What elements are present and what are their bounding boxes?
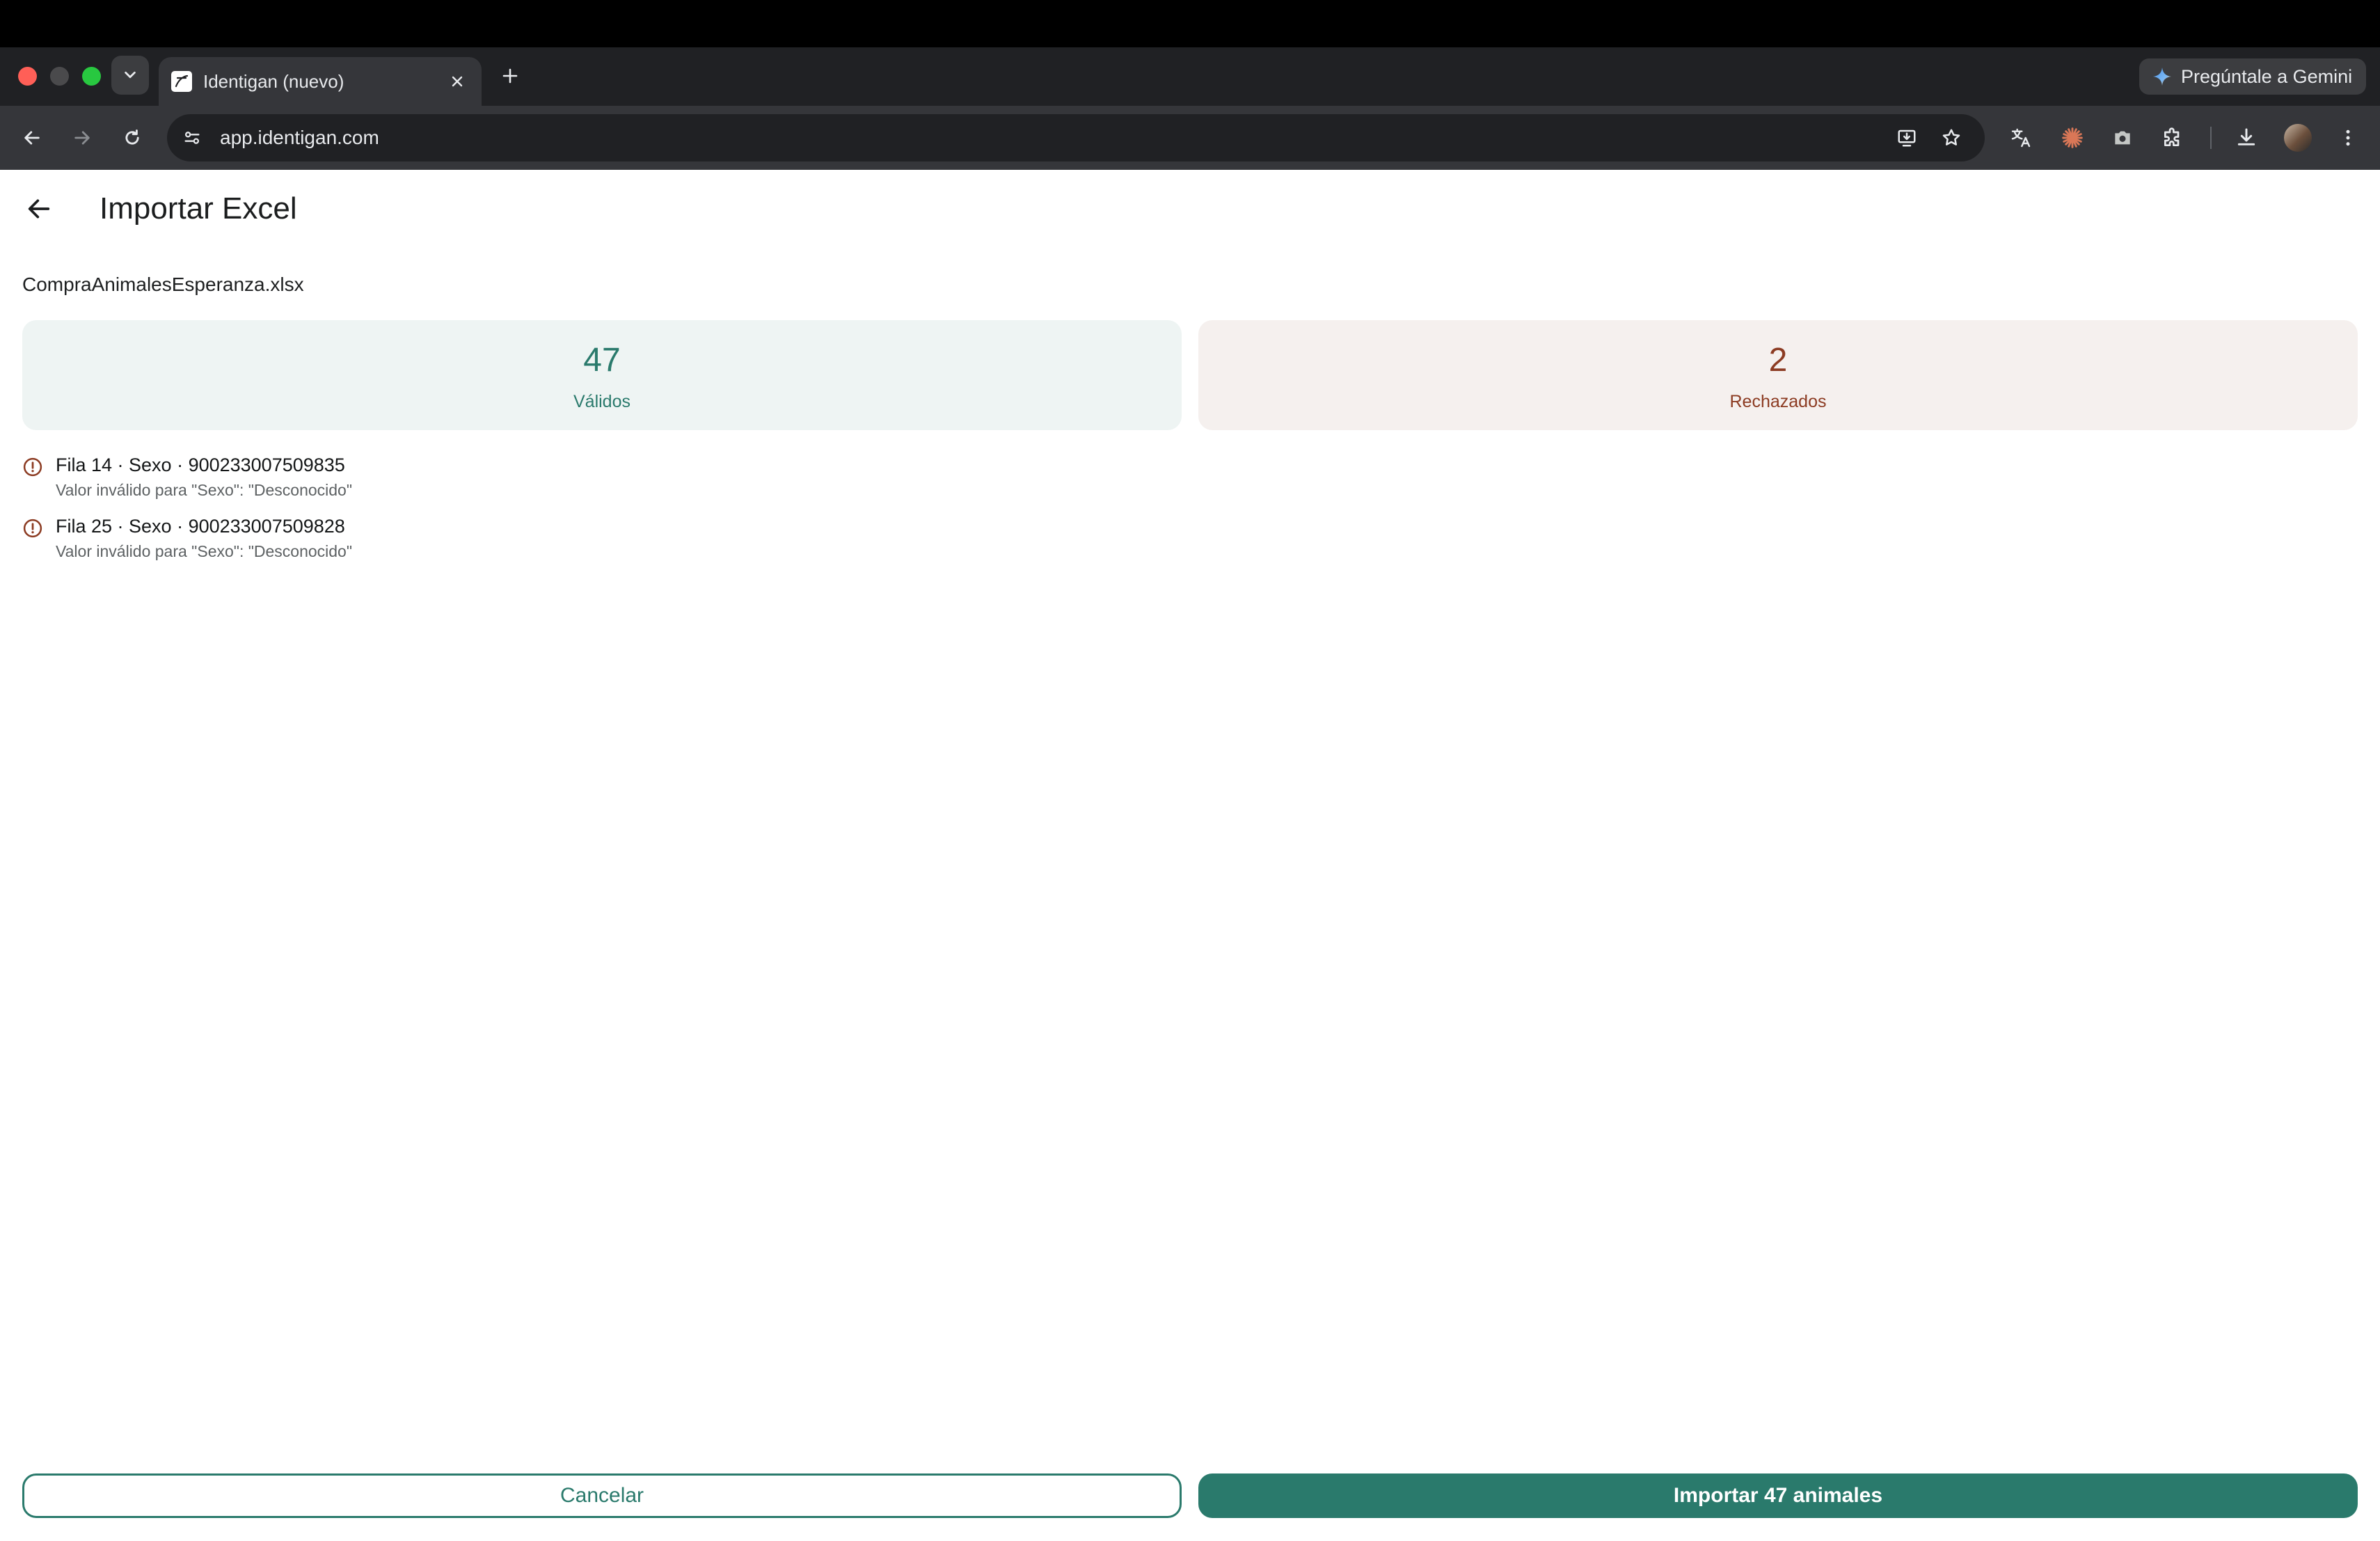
window-zoom-button[interactable]: [82, 67, 101, 86]
gemini-sparkle-icon: [2153, 68, 2171, 86]
browser-tab-active[interactable]: Identigan (nuevo): [159, 57, 482, 106]
rejected-label: Rechazados: [1729, 392, 1827, 411]
install-app-button[interactable]: [1891, 123, 1922, 153]
error-list-item: Fila 25 · Sexo · 900233007509828 Valor i…: [22, 512, 857, 568]
browser-reload-button[interactable]: [116, 121, 149, 155]
error-message: Valor inválido para "Sexo": "Desconocido…: [56, 542, 353, 560]
tab-title: Identigan (nuevo): [203, 71, 344, 92]
plus-icon: [502, 68, 518, 84]
downloads-button[interactable]: [2230, 121, 2263, 155]
camera-icon: [2115, 131, 2130, 145]
ask-gemini-label: Pregúntale a Gemini: [2181, 65, 2353, 87]
browser-toolbar: app.identigan.com: [0, 106, 2380, 170]
claude-extension-button[interactable]: [2056, 121, 2089, 155]
install-desktop-icon: [1898, 129, 1916, 147]
arrow-left-icon: [28, 199, 50, 219]
url-text: app.identigan.com: [220, 127, 379, 148]
error-message: Valor inválido para "Sexo": "Desconocido…: [56, 481, 353, 499]
screenshot-extension-button[interactable]: [2106, 121, 2139, 155]
download-icon: [2237, 128, 2255, 145]
import-animals-button[interactable]: Importar 47 animales: [1198, 1473, 2358, 1518]
valid-summary-card: 47 Válidos: [22, 320, 1182, 430]
rejected-count: 2: [1768, 342, 1788, 379]
profile-button[interactable]: [2281, 121, 2315, 155]
cancel-button[interactable]: Cancelar: [22, 1473, 1182, 1518]
translate-icon: [2011, 128, 2031, 148]
browser-menu-button[interactable]: [2331, 121, 2365, 155]
reload-icon: [125, 129, 139, 145]
new-tab-button[interactable]: [493, 57, 527, 95]
identigan-favicon-icon: [171, 71, 192, 92]
close-icon: [452, 76, 463, 87]
browser-back-button[interactable]: [15, 121, 49, 155]
more-vertical-icon: [2346, 129, 2350, 146]
error-list-item: Fila 14 · Sexo · 900233007509835 Valor i…: [22, 451, 857, 507]
tab-close-button[interactable]: [443, 67, 472, 96]
browser-forward-button[interactable]: [65, 121, 99, 155]
star-icon: [1942, 129, 1960, 145]
screen-top-bar: [0, 0, 2380, 47]
window-close-button[interactable]: [18, 67, 37, 86]
rejected-summary-card: 2 Rechazados: [1198, 320, 2358, 430]
error-title: Fila 25 · Sexo · 900233007509828: [56, 516, 345, 537]
puzzle-icon: [2164, 127, 2180, 146]
error-title: Fila 14 · Sexo · 900233007509835: [56, 455, 345, 475]
file-name: CompraAnimalesEsperanza.xlsx: [22, 274, 304, 295]
valid-count: 47: [583, 342, 621, 379]
avatar: [2284, 124, 2312, 152]
tune-icon: [184, 132, 200, 144]
translate-extension-button[interactable]: [2004, 121, 2038, 155]
error-alert-icon: [23, 519, 42, 538]
address-bar[interactable]: app.identigan.com: [167, 114, 1985, 161]
tab-search-button[interactable]: [111, 56, 149, 95]
site-info-button[interactable]: [177, 123, 207, 153]
error-alert-icon: [23, 457, 42, 477]
window-minimize-button[interactable]: [50, 67, 69, 86]
valid-label: Válidos: [573, 392, 630, 411]
extensions-button[interactable]: [2156, 121, 2189, 155]
starburst-icon: [2062, 127, 2083, 148]
bookmark-button[interactable]: [1936, 123, 1967, 153]
page-title: Importar Excel: [100, 191, 297, 226]
back-button[interactable]: [19, 189, 58, 228]
chevron-down-icon: [125, 71, 136, 79]
arrow-right-icon: [74, 131, 90, 145]
ask-gemini-button[interactable]: Pregúntale a Gemini: [2139, 58, 2366, 95]
arrow-left-icon: [24, 131, 40, 145]
toolbar-separator: [2210, 127, 2212, 149]
